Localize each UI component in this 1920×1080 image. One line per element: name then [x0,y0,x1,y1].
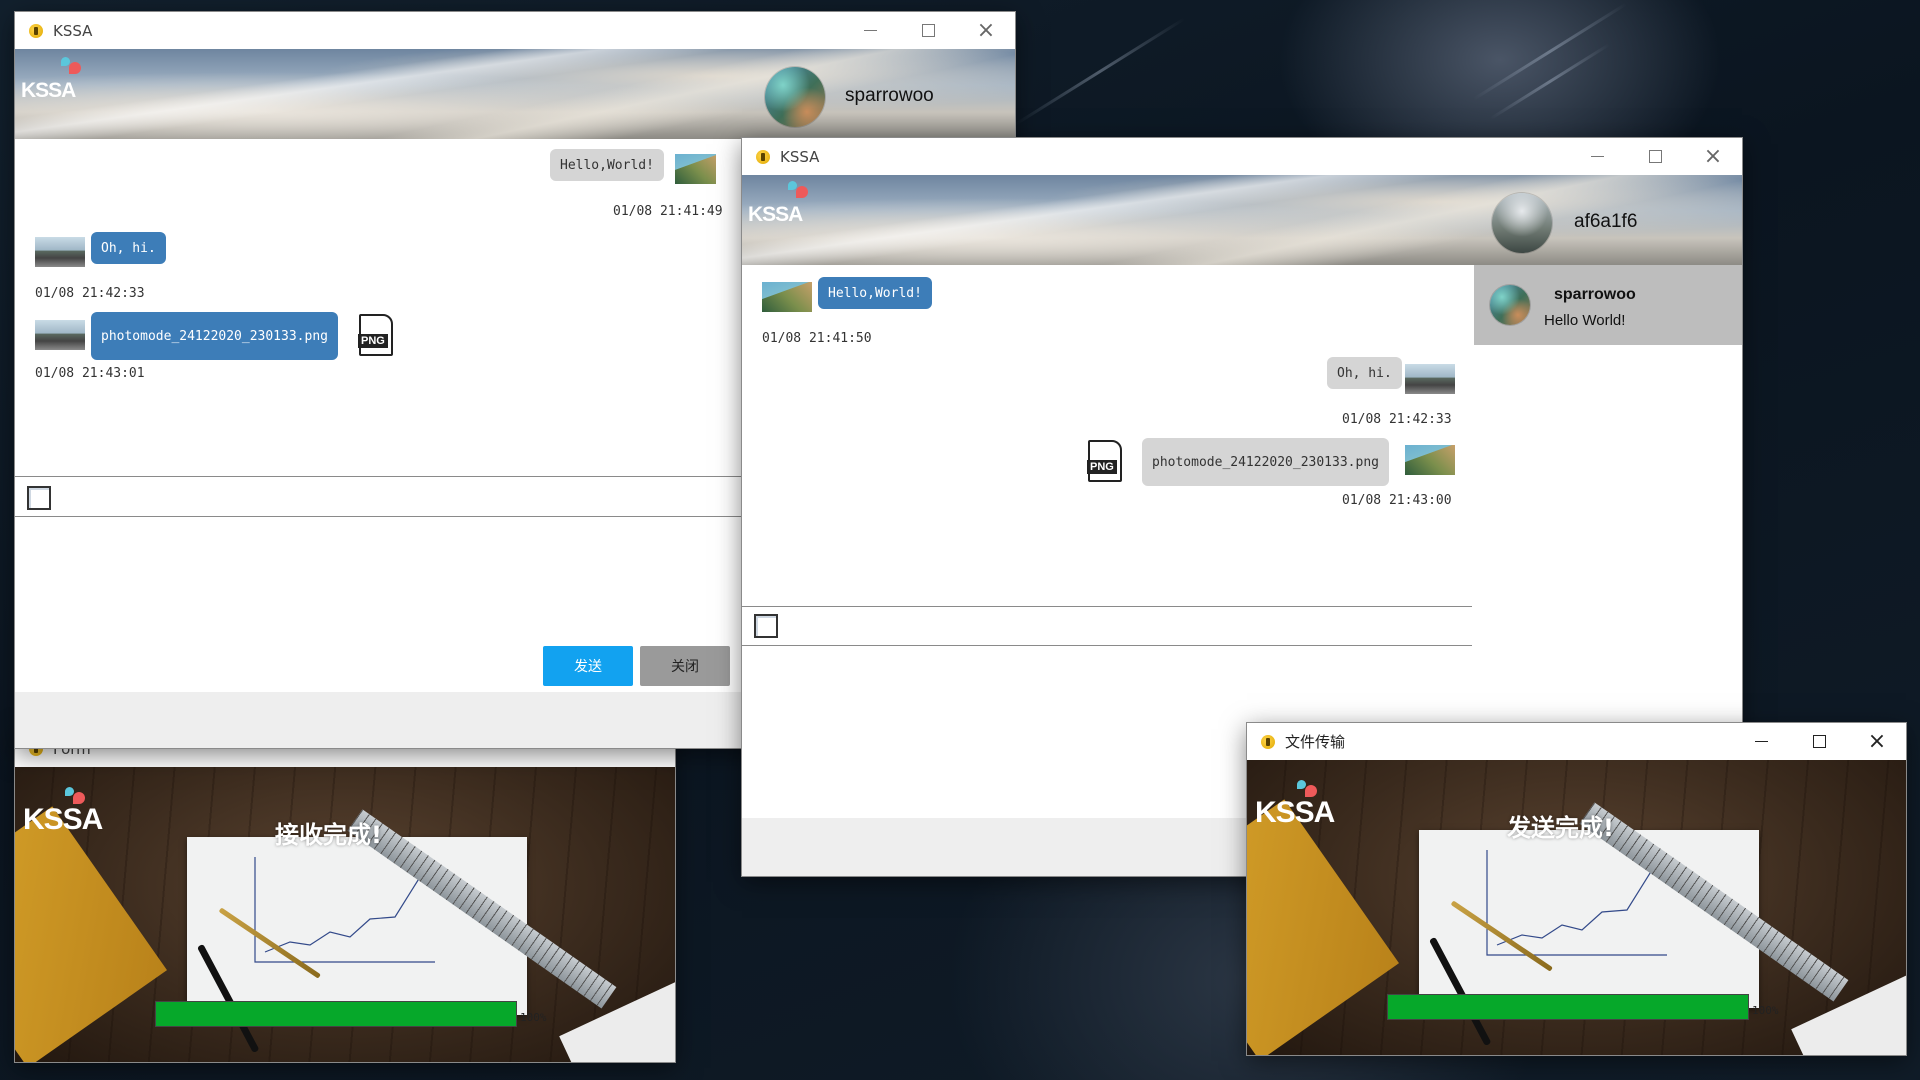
minimize-button[interactable] [1568,138,1626,175]
minimize-icon [863,30,877,31]
file-message-bubble[interactable]: photomode_24122020_230133.png [1142,438,1389,486]
send-progress-bar [1387,994,1749,1020]
close-window-button[interactable]: × [957,12,1015,49]
message-timestamp: 01/08 21:41:49 [613,204,723,219]
title-bar[interactable]: KSSA × [742,138,1742,175]
receive-progress-percent: 100% [520,1011,547,1024]
kssa-logo: KSSA [1255,780,1335,830]
kssa-logo: KSSA [23,787,103,837]
maximize-icon [921,24,935,37]
maximize-icon [1648,150,1662,163]
close-icon: × [1867,728,1887,754]
kssa-logo: KSSA [748,181,808,227]
window-title: KSSA [780,147,820,166]
attach-file-icon[interactable] [754,614,778,638]
maximize-button[interactable] [899,12,957,49]
maximize-button[interactable] [1626,138,1684,175]
header-banner: KSSA af6a1f6 [742,175,1742,265]
file-send-window: 文件传输 × KSSA 发送完成! 100% [1247,723,1906,1055]
send-button[interactable]: 发送 [543,646,633,686]
sender-avatar [35,237,85,267]
close-window-button[interactable]: × [1684,138,1742,175]
transfer-background-image: KSSA 接收完成! 100% [15,767,675,1062]
username-label: sparrowoo [845,85,934,106]
window-title: 文件传输 [1285,733,1346,751]
close-icon: × [1703,143,1723,169]
desktop-wallpaper-streak [1489,43,1611,120]
receive-progress-bar [155,1001,517,1027]
receive-status-text: 接收完成! [275,821,382,849]
card-image [1791,974,1906,1055]
sender-avatar [675,154,716,184]
app-icon [1261,734,1275,749]
contact-last-message: Hello World! [1544,312,1626,329]
png-file-icon[interactable]: PNG [1087,440,1122,482]
divider [742,606,1472,607]
user-avatar[interactable] [765,67,825,127]
send-progress-percent: 100% [1752,1004,1779,1017]
minimize-icon [1590,156,1604,157]
send-progress-fill [1388,995,1748,1019]
notebook-image [1247,799,1399,1055]
file-receive-window: Form KSSA 接收完成! 100% [15,730,675,1062]
sender-avatar [1405,445,1455,475]
header-banner: KSSA sparrowoo [15,49,1015,139]
maximize-button[interactable] [1790,723,1848,760]
sender-avatar [1405,364,1455,394]
minimize-icon [1754,741,1768,742]
contact-avatar [1490,285,1530,325]
png-file-icon[interactable]: PNG [358,314,393,356]
minimize-button[interactable] [841,12,899,49]
sender-avatar [35,320,85,350]
close-icon: × [976,17,996,43]
username-label: af6a1f6 [1574,211,1638,232]
kssa-logo: KSSA [21,57,81,103]
user-avatar[interactable] [1492,193,1552,253]
message-timestamp: 01/08 21:42:33 [1342,412,1452,427]
notebook-image [15,806,167,1062]
attach-file-icon[interactable] [27,486,51,510]
contact-name: sparrowoo [1554,286,1636,303]
send-status-text: 发送完成! [1507,814,1614,842]
message-timestamp: 01/08 21:43:01 [35,366,145,381]
title-bar[interactable]: 文件传输 × [1247,723,1906,760]
message-bubble[interactable]: Oh, hi. [1327,357,1402,389]
maximize-icon [1812,735,1826,748]
close-window-button[interactable]: × [1848,723,1906,760]
message-bubble[interactable]: Hello,World! [818,277,932,309]
message-timestamp: 01/08 21:41:50 [762,331,872,346]
desktop-wallpaper-streak [1014,17,1186,126]
close-button[interactable]: 关闭 [640,646,730,686]
message-timestamp: 01/08 21:43:00 [1342,493,1452,508]
message-bubble[interactable]: Oh, hi. [91,232,166,264]
desktop-wallpaper-streak [1472,2,1628,101]
message-timestamp: 01/08 21:42:33 [35,286,145,301]
file-message-bubble[interactable]: photomode_24122020_230133.png [91,312,338,360]
message-bubble[interactable]: Hello,World! [550,149,664,181]
title-bar[interactable]: KSSA × [15,12,1015,49]
sender-avatar [762,282,812,312]
window-title: KSSA [53,21,93,40]
contact-list-item[interactable]: sparrowoo Hello World! [1474,265,1742,345]
app-icon [756,149,770,164]
minimize-button[interactable] [1732,723,1790,760]
receive-progress-fill [156,1002,516,1026]
transfer-background-image: KSSA 发送完成! 100% [1247,760,1906,1055]
app-icon [29,23,43,38]
card-image [559,981,675,1062]
